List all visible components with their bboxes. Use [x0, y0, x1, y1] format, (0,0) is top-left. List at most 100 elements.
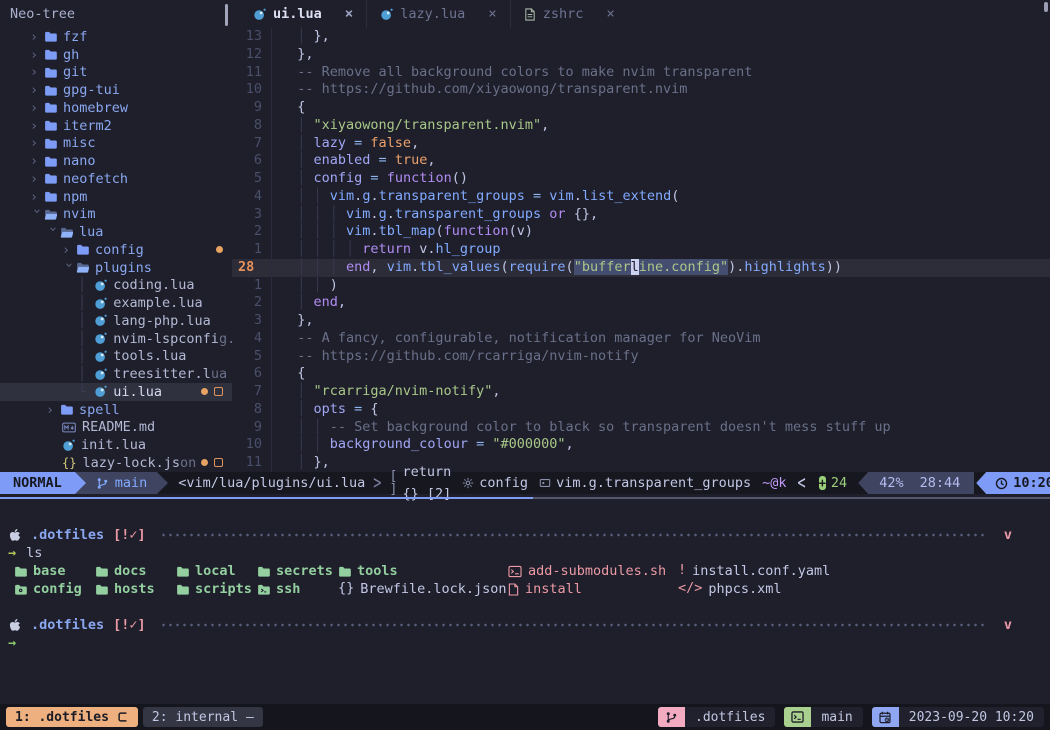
indent-guide: │	[78, 331, 94, 347]
tree-item-plugins[interactable]: › plugins	[0, 259, 232, 277]
lua-icon	[94, 279, 107, 292]
tree-item-iterm2[interactable]: ›iterm2	[0, 117, 232, 135]
chevron-right-icon[interactable]: ›	[30, 135, 44, 151]
tmux-window-1-dotfiles[interactable]: 1: .dotfiles	[6, 707, 138, 727]
neotree-panel: Neo-tree ›fzf›gh›git›gpg-tui›homebrew›it…	[0, 0, 232, 472]
tree-item-nano[interactable]: ›nano	[0, 152, 232, 170]
close-icon[interactable]: ×	[345, 6, 353, 22]
code-token: │	[281, 170, 314, 186]
tree-item-treesitter-l[interactable]: │ treesitter.lua	[0, 365, 232, 383]
tree-item-label: treesitter.l	[113, 366, 211, 382]
tmux-right-status: .dotfiles main 2023-09-20 10:20	[649, 707, 1044, 727]
code-token: ,	[566, 436, 574, 452]
neotree-scrollbar[interactable]	[225, 4, 228, 26]
chevron-down-icon[interactable]: ›	[29, 207, 45, 221]
code-token: require	[509, 259, 566, 275]
lua-icon	[94, 385, 107, 398]
lua-icon	[62, 439, 75, 452]
tree-item-coding-lua[interactable]: │ coding.lua	[0, 277, 232, 295]
code-line: 13 │ },	[232, 28, 1050, 46]
chevron-down-icon[interactable]: ›	[45, 225, 61, 239]
tmux-pane-border[interactable]	[0, 497, 1050, 499]
tree-item-nvim[interactable]: ›nvim	[0, 206, 232, 224]
calendar-clock-icon	[879, 711, 891, 724]
ls-item-base: base	[14, 563, 95, 579]
chevron-right-icon: >	[373, 467, 381, 499]
chevron-right-icon[interactable]: ›	[30, 153, 44, 169]
chevron-right-icon[interactable]: ›	[30, 29, 44, 45]
chevron-right-icon[interactable]: ›	[30, 82, 44, 98]
exclaim-icon: !	[678, 564, 686, 578]
code-line: 11 -- Remove all background colors to ma…	[232, 64, 1050, 82]
folder-icon	[44, 66, 57, 79]
code-token: ))	[826, 259, 842, 275]
tree-item-misc[interactable]: › misc	[0, 135, 232, 153]
close-icon[interactable]: ×	[606, 6, 614, 22]
code-token: opts	[314, 401, 347, 417]
chevron-right-icon[interactable]: ›	[30, 189, 44, 205]
tree-item-lazy-lock-js[interactable]: {}lazy-lock.json	[0, 454, 232, 472]
tree-item-init-lua[interactable]: init.lua	[0, 436, 232, 454]
prompt-repo-name: .dotfiles	[31, 527, 104, 543]
tree-item-git[interactable]: › git	[0, 64, 232, 82]
code-token: ,	[492, 383, 500, 399]
chevron-down-icon[interactable]: ›	[61, 261, 77, 275]
dash-icon: —	[246, 711, 254, 724]
command-text[interactable]: ls	[26, 545, 42, 561]
tree-item-fzf[interactable]: › fzf	[0, 28, 232, 46]
tree-item-gpg-tui[interactable]: ›gpg-tui	[0, 81, 232, 99]
chevron-right-icon[interactable]: ›	[46, 402, 60, 418]
code-token: return	[362, 241, 411, 257]
close-icon[interactable]: ×	[488, 6, 496, 22]
chevron-right-icon[interactable]: ›	[30, 171, 44, 187]
tree-item-config[interactable]: ›config	[0, 241, 232, 259]
code-text: │ end,	[272, 294, 346, 312]
tree-item-label: fzf	[63, 29, 87, 45]
code-token: {	[281, 99, 305, 115]
tree-item-neofetch[interactable]: ›neofetch	[0, 170, 232, 188]
tree-item-lua[interactable]: ›lua	[0, 223, 232, 241]
tree-item-npm[interactable]: ›npm	[0, 188, 232, 206]
tree-item-label: git	[63, 64, 87, 80]
file-progress: 42%	[879, 472, 903, 494]
code-token: tbl_values	[419, 259, 500, 275]
git-status-flags: [!✓]	[113, 617, 146, 633]
terminal-scrollbar[interactable]	[1044, 2, 1048, 12]
tab-zshrc[interactable]: zshrc×	[510, 0, 628, 28]
code-token: tbl_map	[379, 223, 436, 239]
tree-item-tools-lua[interactable]: │ tools.lua	[0, 348, 232, 366]
tmux-window-2-internal[interactable]: 2: internal—	[143, 707, 263, 727]
code-token: false	[370, 135, 411, 151]
ls-item-label: ssh	[276, 581, 300, 597]
ls-item-install-conf-yaml: ! install.conf.yaml	[678, 563, 830, 579]
chevron-right-icon[interactable]: ›	[30, 47, 44, 63]
code-line: 3 },	[232, 312, 1050, 330]
line-number: 4	[232, 330, 272, 348]
line-number: 3	[232, 206, 272, 224]
shell-pane[interactable]: .dotfiles[!✓]v→lsbasedocslocalsecretstoo…	[0, 500, 1050, 704]
tree-item-spell[interactable]: ›spell	[0, 401, 232, 419]
editor-panel: ui.lua×lazy.lua×zshrc× 13 │ },12 },11 --…	[232, 0, 1050, 472]
code-token: ine.config"	[639, 259, 728, 275]
tree-item-nvim-lspconfi[interactable]: │ nvim-lspconfig.	[0, 330, 232, 348]
tab-ui-lua[interactable]: ui.lua×	[240, 0, 366, 28]
tree-item-lang-php-lua[interactable]: │ lang-php.lua	[0, 312, 232, 330]
tree-item-label: misc	[63, 135, 96, 151]
chevron-right-icon[interactable]: ›	[30, 118, 44, 134]
tree-item-example-lua[interactable]: │ example.lua	[0, 294, 232, 312]
tree-item-readme-md[interactable]: README.md	[0, 419, 232, 437]
chevron-right-icon[interactable]: ›	[30, 100, 44, 116]
tab-lazy-lua[interactable]: lazy.lua×	[366, 0, 509, 28]
chevron-right-icon[interactable]: ›	[30, 64, 44, 80]
code-token: .	[370, 188, 378, 204]
code-token: (	[671, 188, 679, 204]
tree-item-gh[interactable]: ›gh	[0, 46, 232, 64]
doc-icon	[524, 8, 536, 21]
ls-item-label: install.conf.yaml	[692, 563, 830, 579]
tree-item-homebrew[interactable]: ›homebrew	[0, 99, 232, 117]
chevron-right-icon[interactable]: ›	[62, 242, 76, 258]
tree-item-label: plugins	[95, 260, 152, 276]
folder-icon	[176, 583, 189, 596]
json-icon: {}	[62, 457, 76, 469]
tree-item-ui-lua[interactable]: └ ui.lua	[0, 383, 232, 401]
